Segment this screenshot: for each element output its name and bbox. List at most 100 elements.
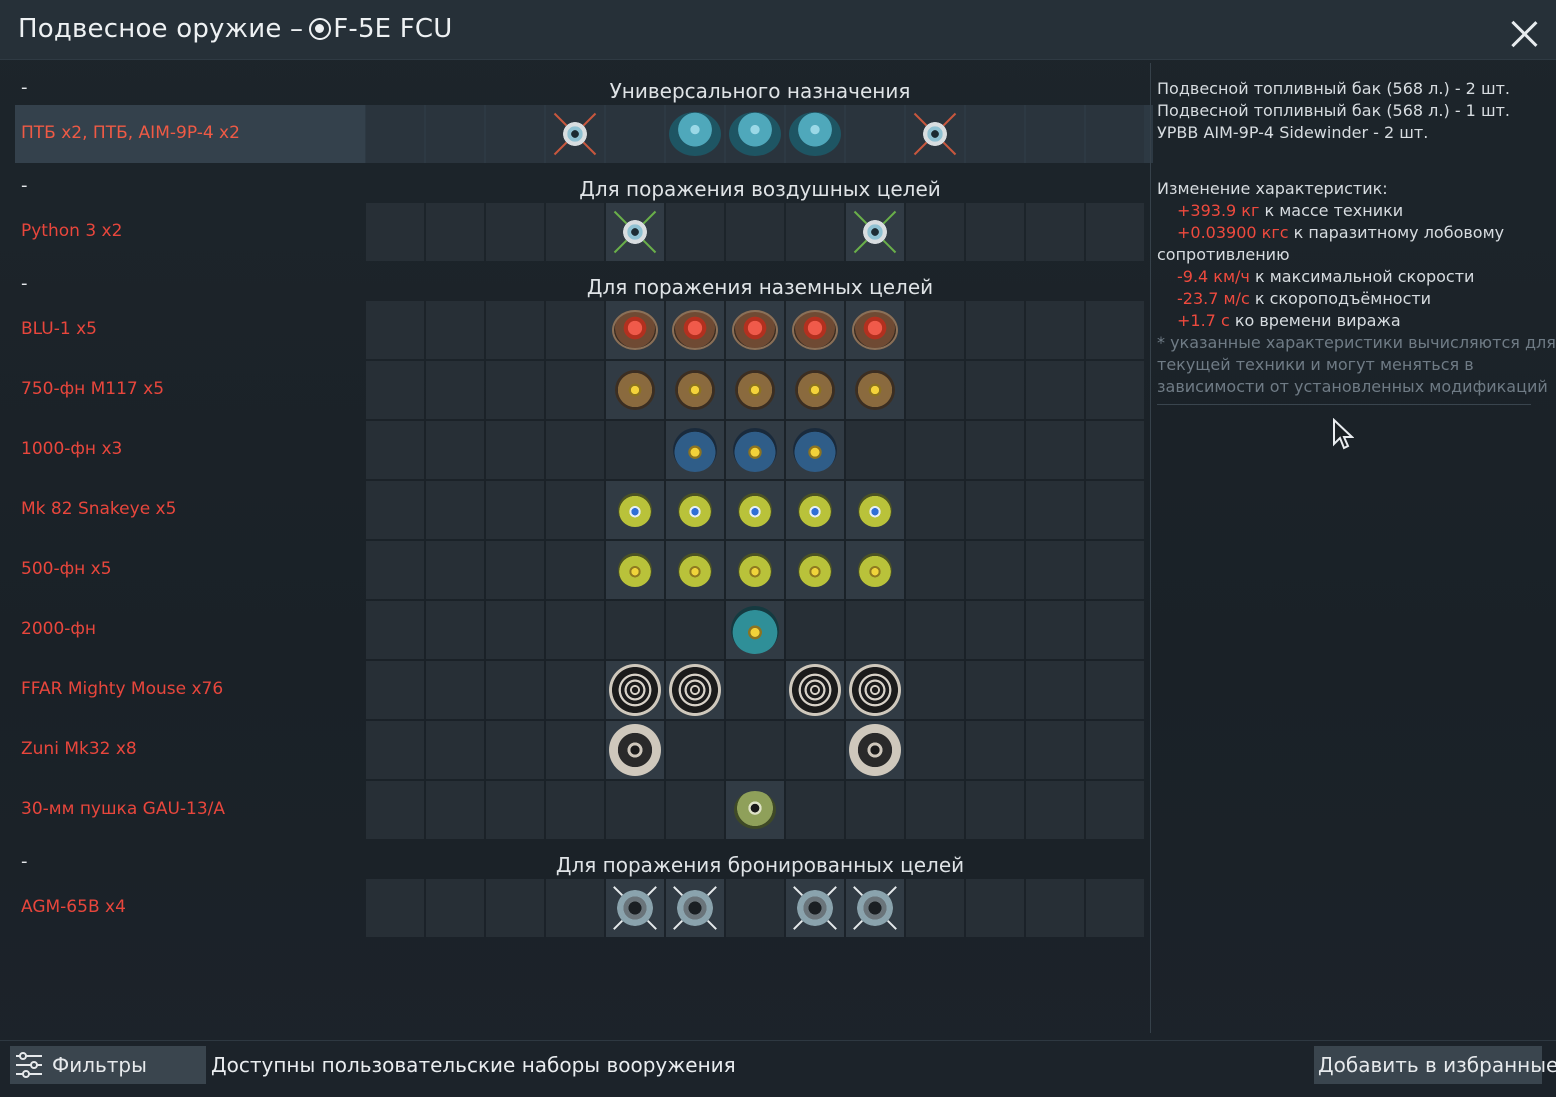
pylon-slot[interactable] — [906, 105, 964, 163]
pylon-slot[interactable] — [486, 879, 544, 937]
loadout-preset-row[interactable]: AGM-65B x4 — [15, 879, 1153, 937]
pylon-slot[interactable] — [1026, 781, 1084, 839]
pylon-slot[interactable] — [1086, 721, 1144, 779]
pylon-slot[interactable] — [726, 481, 784, 539]
pylon-slot[interactable] — [606, 421, 664, 479]
pylon-slot[interactable] — [606, 105, 664, 163]
pylon-slot[interactable] — [966, 361, 1024, 419]
pylon-slot[interactable] — [666, 203, 724, 261]
pylon-slot[interactable] — [666, 601, 724, 659]
pylon-slot[interactable] — [1086, 541, 1144, 599]
pylon-slot[interactable] — [366, 661, 424, 719]
category-header[interactable]: - Для поражения бронированных целей — [15, 841, 1150, 883]
loadout-preset-row[interactable]: ПТБ x2, ПТБ, AIM-9P-4 x2 — [15, 105, 1153, 163]
pylon-slot[interactable] — [666, 721, 724, 779]
pylon-slot[interactable] — [426, 421, 484, 479]
pylon-slot[interactable] — [546, 879, 604, 937]
pylon-slot[interactable] — [666, 661, 724, 719]
pylon-slot[interactable] — [486, 481, 544, 539]
pylon-slot[interactable] — [546, 203, 604, 261]
pylon-slot[interactable] — [366, 481, 424, 539]
pylon-slot[interactable] — [426, 541, 484, 599]
pylon-slot[interactable] — [1026, 301, 1084, 359]
loadout-preset-row[interactable]: 500-фн x5 — [15, 541, 1153, 599]
pylon-slot[interactable] — [1026, 541, 1084, 599]
pylon-slot[interactable] — [966, 721, 1024, 779]
pylon-slot[interactable] — [666, 879, 724, 937]
pylon-slot[interactable] — [666, 781, 724, 839]
pylon-slot[interactable] — [906, 481, 964, 539]
pylon-slot[interactable] — [846, 879, 904, 937]
pylon-slot[interactable] — [966, 481, 1024, 539]
pylon-slot[interactable] — [486, 203, 544, 261]
pylon-slot[interactable] — [726, 421, 784, 479]
pylon-slot[interactable] — [726, 541, 784, 599]
pylon-slot[interactable] — [966, 879, 1024, 937]
pylon-slot[interactable] — [1026, 601, 1084, 659]
pylon-slot[interactable] — [546, 781, 604, 839]
pylon-slot[interactable] — [366, 721, 424, 779]
pylon-slot[interactable] — [546, 661, 604, 719]
pylon-slot[interactable] — [1026, 879, 1084, 937]
pylon-slot[interactable] — [726, 601, 784, 659]
pylon-slot[interactable] — [1086, 781, 1144, 839]
pylon-slot[interactable] — [666, 541, 724, 599]
pylon-slot[interactable] — [966, 203, 1024, 261]
pylon-slot[interactable] — [966, 601, 1024, 659]
pylon-slot[interactable] — [786, 601, 844, 659]
filters-button[interactable]: Фильтры — [10, 1046, 206, 1084]
pylon-slot[interactable] — [426, 105, 484, 163]
loadout-preset-row[interactable]: 750-фн M117 x5 — [15, 361, 1153, 419]
category-toggle[interactable]: - — [21, 851, 28, 872]
pylon-slot[interactable] — [726, 105, 784, 163]
pylon-slot[interactable] — [1026, 721, 1084, 779]
pylon-slot[interactable] — [966, 105, 1024, 163]
pylon-slot[interactable] — [666, 481, 724, 539]
pylon-slot[interactable] — [486, 601, 544, 659]
pylon-slot[interactable] — [786, 361, 844, 419]
pylon-slot[interactable] — [966, 541, 1024, 599]
pylon-slot[interactable] — [846, 601, 904, 659]
pylon-slot[interactable] — [606, 481, 664, 539]
add-favorite-button[interactable]: Добавить в избранные — [1314, 1046, 1556, 1084]
pylon-slot[interactable] — [1086, 481, 1144, 539]
pylon-slot[interactable] — [786, 203, 844, 261]
pylon-slot[interactable] — [846, 361, 904, 419]
pylon-slot[interactable] — [486, 661, 544, 719]
pylon-slot[interactable] — [546, 721, 604, 779]
category-toggle[interactable]: - — [21, 77, 28, 98]
pylon-slot[interactable] — [486, 721, 544, 779]
pylon-slot[interactable] — [606, 301, 664, 359]
pylon-slot[interactable] — [546, 105, 604, 163]
pylon-slot[interactable] — [666, 301, 724, 359]
pylon-slot[interactable] — [846, 661, 904, 719]
pylon-slot[interactable] — [786, 541, 844, 599]
pylon-slot[interactable] — [426, 661, 484, 719]
pylon-slot[interactable] — [606, 541, 664, 599]
pylon-slot[interactable] — [606, 203, 664, 261]
pylon-slot[interactable] — [846, 421, 904, 479]
pylon-slot[interactable] — [1086, 105, 1144, 163]
pylon-slot[interactable] — [426, 601, 484, 659]
pylon-slot[interactable] — [606, 721, 664, 779]
loadout-preset-row[interactable]: Python 3 x2 — [15, 203, 1153, 261]
category-toggle[interactable]: - — [21, 273, 28, 294]
pylon-slot[interactable] — [906, 203, 964, 261]
pylon-slot[interactable] — [666, 105, 724, 163]
pylon-slot[interactable] — [726, 301, 784, 359]
pylon-slot[interactable] — [366, 541, 424, 599]
pylon-slot[interactable] — [846, 203, 904, 261]
pylon-slot[interactable] — [1086, 361, 1144, 419]
pylon-slot[interactable] — [366, 421, 424, 479]
pylon-slot[interactable] — [846, 301, 904, 359]
pylon-slot[interactable] — [1086, 879, 1144, 937]
loadout-preset-row[interactable]: 30-мм пушка GAU-13/A — [15, 781, 1153, 839]
close-icon[interactable] — [1506, 18, 1542, 54]
pylon-slot[interactable] — [786, 421, 844, 479]
pylon-slot[interactable] — [906, 879, 964, 937]
pylon-slot[interactable] — [486, 301, 544, 359]
pylon-slot[interactable] — [546, 421, 604, 479]
pylon-slot[interactable] — [486, 541, 544, 599]
pylon-slot[interactable] — [486, 421, 544, 479]
pylon-slot[interactable] — [546, 541, 604, 599]
